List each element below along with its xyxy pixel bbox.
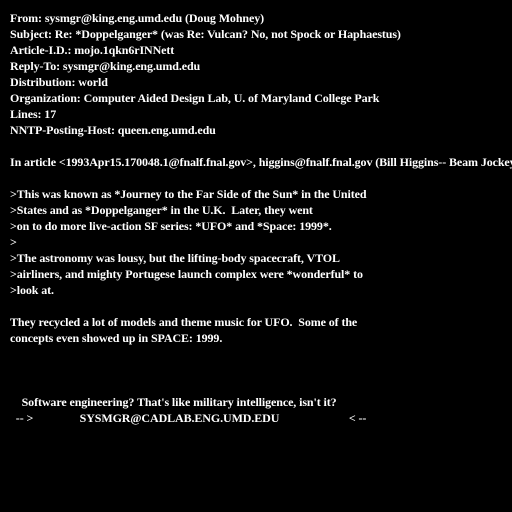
header-organization: Organization: Computer Aided Design Lab,…	[10, 91, 380, 105]
quote-line: >on to do more live-action SF series: *U…	[10, 219, 332, 233]
quote-line: >	[10, 235, 17, 249]
reply-line: They recycled a lot of models and theme …	[10, 315, 358, 329]
header-lines: Lines: 17	[10, 107, 57, 121]
quote-line: >look at.	[10, 283, 54, 297]
terminal-screen: From: sysmgr@king.eng.umd.edu (Doug Mohn…	[0, 0, 512, 512]
reply-line: concepts even showed up in SPACE: 1999.	[10, 331, 223, 345]
signature-address: -- > SYSMGR@CADLAB.ENG.UMD.EDU < --	[10, 411, 367, 425]
quote-line: >airliners, and mighty Portugese launch …	[10, 267, 363, 281]
header-reply-to: Reply-To: sysmgr@king.eng.umd.edu	[10, 59, 201, 73]
header-nntp-host: NNTP-Posting-Host: queen.eng.umd.edu	[10, 123, 216, 137]
quote-line: >The astronomy was lousy, but the liftin…	[10, 251, 340, 265]
header-distribution: Distribution: world	[10, 75, 108, 89]
attribution-line: In article <1993Apr15.170048.1@fnalf.fna…	[10, 155, 512, 169]
quote-line: >This was known as *Journey to the Far S…	[10, 187, 367, 201]
header-subject: Subject: Re: *Doppelganger* (was Re: Vul…	[10, 27, 401, 41]
signature-quote: Software engineering? That's like milita…	[10, 395, 337, 409]
header-article-id: Article-I.D.: mojo.1qkn6rINNett	[10, 43, 175, 57]
header-from: From: sysmgr@king.eng.umd.edu (Doug Mohn…	[10, 11, 264, 25]
quote-line: >States and as *Doppelganger* in the U.K…	[10, 203, 313, 217]
